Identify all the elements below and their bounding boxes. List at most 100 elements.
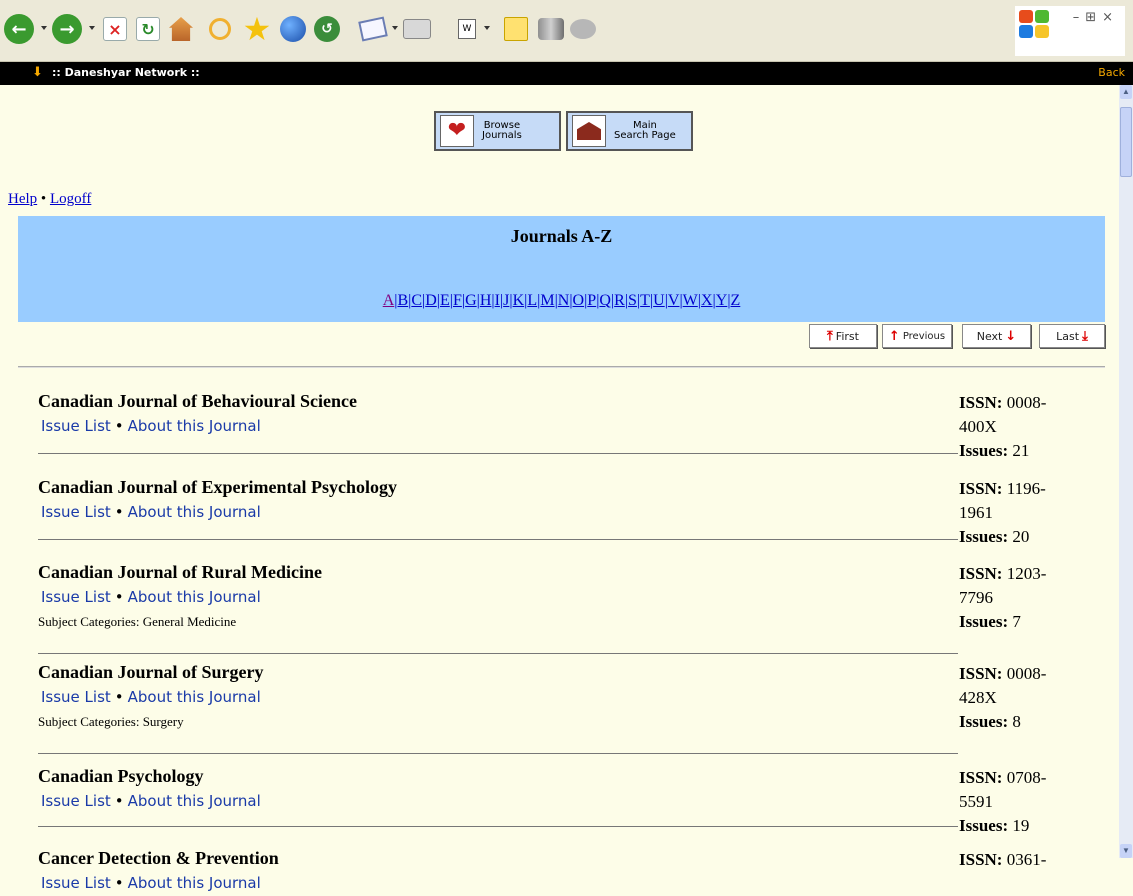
site-name: :: Daneshyar Network :: <box>52 66 200 79</box>
browse-journals-label: Browse Journals <box>482 120 522 141</box>
previous-arrow-icon: ↑ <box>888 328 900 344</box>
scroll-thumb[interactable] <box>1120 107 1132 177</box>
main-search-page-button[interactable]: Main Search Page <box>566 111 693 151</box>
about-journal-link[interactable]: About this Journal <box>128 417 261 435</box>
issue-list-link[interactable]: Issue List <box>41 588 111 606</box>
journal-title[interactable]: Canadian Journal of Surgery <box>38 662 264 683</box>
previous-label: Previous <box>902 330 946 342</box>
alpha-link-b[interactable]: B <box>397 292 408 309</box>
issn-value-b: 428X <box>959 688 997 707</box>
refresh-icon[interactable]: ↻ <box>131 12 165 46</box>
vertical-scrollbar[interactable]: ▲ ▼ <box>1119 85 1133 858</box>
edit-icon[interactable]: W <box>450 12 484 46</box>
next-label: Next <box>976 329 1003 343</box>
alpha-link-m[interactable]: M <box>540 292 554 309</box>
journal-title[interactable]: Cancer Detection & Prevention <box>38 848 279 869</box>
alpha-link-t[interactable]: T <box>640 292 650 309</box>
next-page-button[interactable]: Next ↓ <box>962 324 1031 348</box>
forward-history-dropdown[interactable] <box>89 26 95 32</box>
journal-meta: ISSN: 1203- 7796 Issues: 7 <box>959 562 1089 634</box>
alpha-link-l[interactable]: L <box>527 292 537 309</box>
mail-icon[interactable] <box>356 12 390 46</box>
history-icon[interactable]: ↺ <box>310 12 344 46</box>
home-icon[interactable] <box>164 12 198 46</box>
back-history-dropdown[interactable] <box>41 26 47 32</box>
issue-list-link[interactable]: Issue List <box>41 792 111 810</box>
journal-title[interactable]: Canadian Psychology <box>38 766 204 787</box>
window-buttons[interactable]: –​⊞​× <box>1073 10 1119 25</box>
issn-value-a: 1196- <box>1006 479 1046 498</box>
subject-categories: Subject Categories: General Medicine <box>38 614 237 629</box>
alpha-link-a[interactable]: A <box>383 292 395 309</box>
mail-dropdown[interactable] <box>392 26 398 32</box>
alpha-link-z[interactable]: Z <box>731 292 741 309</box>
alpha-link-q[interactable]: Q <box>599 292 611 309</box>
alpha-link-x[interactable]: X <box>701 292 713 309</box>
alpha-link-y[interactable]: Y <box>716 292 728 309</box>
scroll-down-icon[interactable]: ▼ <box>1120 844 1132 858</box>
alpha-link-n[interactable]: N <box>558 292 570 309</box>
issues-label: Issues: <box>959 712 1009 731</box>
journal-title[interactable]: Canadian Journal of Rural Medicine <box>38 562 322 583</box>
media-icon[interactable] <box>276 12 310 46</box>
issn-value-a: 0008- <box>1006 393 1047 412</box>
alpha-link-r[interactable]: R <box>614 292 625 309</box>
alpha-link-d[interactable]: D <box>425 292 437 309</box>
alpha-link-p[interactable]: P <box>587 292 596 309</box>
help-link[interactable]: Help <box>8 191 37 207</box>
back-link[interactable]: Back <box>1098 66 1125 79</box>
alpha-link-g[interactable]: G <box>465 292 477 309</box>
first-page-button[interactable]: ⤒ First <box>809 324 877 348</box>
alpha-link-v[interactable]: V <box>668 292 680 309</box>
alpha-link-s[interactable]: S <box>628 292 637 309</box>
back-icon[interactable]: ← <box>2 12 36 46</box>
logoff-link[interactable]: Logoff <box>50 191 91 207</box>
browse-journals-button[interactable]: ❤ Browse Journals <box>434 111 561 151</box>
notes-icon[interactable] <box>499 12 533 46</box>
alpha-link-h[interactable]: H <box>480 292 492 309</box>
alpha-link-w[interactable]: W <box>683 292 698 309</box>
alpha-link-f[interactable]: F <box>453 292 462 309</box>
forward-icon[interactable]: → <box>50 12 84 46</box>
research-icon[interactable] <box>534 12 568 46</box>
alpha-link-e[interactable]: E <box>440 292 450 309</box>
search-icon[interactable] <box>203 12 237 46</box>
previous-page-button[interactable]: ↑ Previous <box>882 324 952 348</box>
issue-list-link[interactable]: Issue List <box>41 417 111 435</box>
issn-label: ISSN: <box>959 768 1003 787</box>
link-separator: • <box>114 792 124 810</box>
last-page-button[interactable]: Last ⤓ <box>1039 324 1105 348</box>
journal-links: Issue List • About this Journal <box>41 688 261 706</box>
about-journal-link[interactable]: About this Journal <box>128 588 261 606</box>
last-arrow-icon: ⤓ <box>1082 328 1088 344</box>
about-journal-link[interactable]: About this Journal <box>128 792 261 810</box>
issues-count: 20 <box>1012 527 1030 546</box>
edit-dropdown[interactable] <box>484 26 490 32</box>
alpha-link-o[interactable]: O <box>573 292 585 309</box>
scroll-up-icon[interactable]: ▲ <box>1120 85 1132 99</box>
alpha-link-c[interactable]: C <box>411 292 422 309</box>
journal-title[interactable]: Canadian Journal of Experimental Psychol… <box>38 477 397 498</box>
main-search-page-label: Main Search Page <box>614 120 676 141</box>
favorites-icon[interactable]: ★ <box>240 12 274 46</box>
issn-value-b: 1961 <box>959 503 993 522</box>
print-icon[interactable] <box>400 12 434 46</box>
issn-value-a: 1203- <box>1006 564 1047 583</box>
journal-title[interactable]: Canadian Journal of Behavioural Science <box>38 391 357 412</box>
about-journal-link[interactable]: About this Journal <box>128 503 261 521</box>
issn-value-a: 0708- <box>1006 768 1047 787</box>
issues-label: Issues: <box>959 527 1009 546</box>
issue-list-link[interactable]: Issue List <box>41 503 111 521</box>
stop-icon[interactable]: × <box>98 12 132 46</box>
journal-meta: ISSN: 0008- 428X Issues: 8 <box>959 662 1089 734</box>
site-title-bar: ⬇ :: Daneshyar Network :: Back <box>0 62 1133 85</box>
messenger-icon[interactable] <box>566 12 600 46</box>
about-journal-link[interactable]: About this Journal <box>128 874 261 892</box>
alpha-link-k[interactable]: K <box>513 292 525 309</box>
issue-list-link[interactable]: Issue List <box>41 688 111 706</box>
account-links: Help • Logoff <box>8 191 91 208</box>
about-journal-link[interactable]: About this Journal <box>128 688 261 706</box>
issue-list-link[interactable]: Issue List <box>41 874 111 892</box>
alpha-link-u[interactable]: U <box>653 292 665 309</box>
entry-divider <box>38 453 958 454</box>
